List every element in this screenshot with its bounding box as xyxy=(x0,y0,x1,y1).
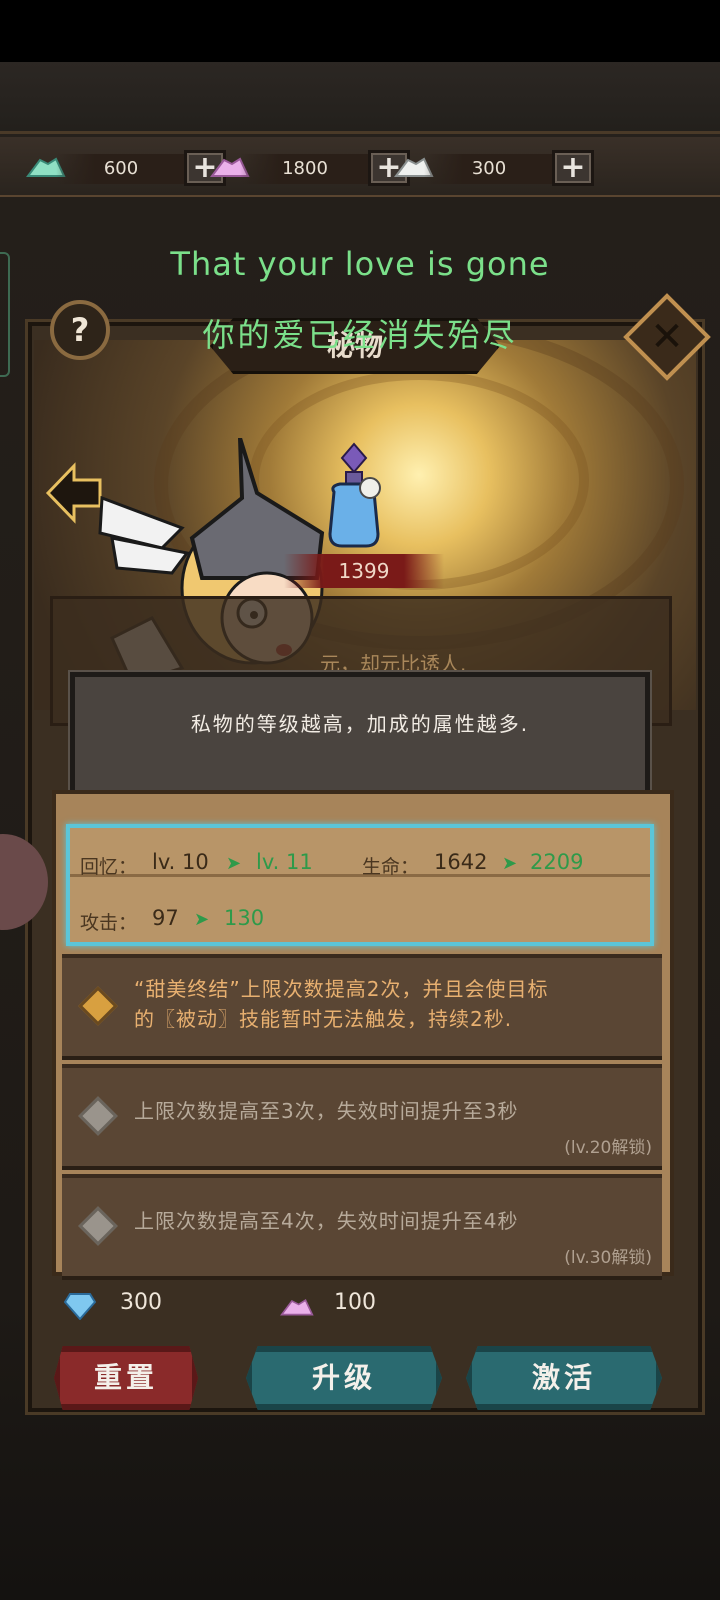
currency-teal: 600 + xyxy=(26,150,231,186)
skill-description-line2: 的〖被动〗技能暂时无法触发，持续2秒. xyxy=(134,1007,513,1031)
locked-diamond-icon xyxy=(78,1206,118,1246)
memory-from: lv. 10 xyxy=(152,850,209,874)
top-header-band xyxy=(0,62,720,134)
reset-button[interactable]: 重置 xyxy=(54,1346,198,1410)
hp-from: 1642 xyxy=(434,850,488,874)
currency-pink-value: 1800 xyxy=(240,154,370,184)
status-bar xyxy=(0,0,720,62)
upgrade-cost: 100 xyxy=(334,1290,376,1315)
currency-pink: 1800 + xyxy=(210,150,415,186)
arrow-icon: ➤ xyxy=(502,853,518,874)
subtitle-english: That your love is gone xyxy=(170,245,550,283)
hp-label: 生命： xyxy=(362,856,420,878)
skill-row-locked: 上限次数提高至4次，失效时间提升至4秒 (lv.30解锁) xyxy=(62,1174,662,1280)
currency-white: 300 + xyxy=(394,150,599,186)
perfume-bottle-icon xyxy=(328,442,381,548)
game-screen: 600 + 1800 + 300 + 秘物 ? ✕ 1399 元，却元比诱人. … xyxy=(0,0,720,1600)
attack-to: 130 xyxy=(224,906,265,930)
hp-to: 2209 xyxy=(530,850,584,874)
activate-button[interactable]: 激活 xyxy=(466,1346,662,1410)
attack-label: 攻击： xyxy=(80,912,138,934)
tip-text: 私物的等级越高，加成的属性越多. xyxy=(190,712,530,736)
unlock-level: (lv.30解锁) xyxy=(564,1248,652,1268)
currency-white-value: 300 xyxy=(424,154,554,184)
skill-description-line1: “甜美终结”上限次数提高2次，并且会使目标 xyxy=(134,977,549,1001)
upgrade-button[interactable]: 升级 xyxy=(246,1346,442,1410)
memory-to: lv. 11 xyxy=(256,850,313,874)
add-white-button[interactable]: + xyxy=(552,150,594,186)
item-price: 1399 xyxy=(338,559,390,583)
locked-diamond-icon xyxy=(78,1096,118,1136)
diamond-icon xyxy=(64,1293,96,1320)
skill-diamond-icon xyxy=(78,986,118,1026)
arrow-icon: ➤ xyxy=(194,909,210,930)
stats-divider xyxy=(70,874,650,877)
memory-label: 回忆： xyxy=(80,856,138,878)
currency-teal-value: 600 xyxy=(56,154,186,184)
attack-from: 97 xyxy=(152,906,179,930)
skill-row-locked: 上限次数提高至3次，失效时间提升至3秒 (lv.20解锁) xyxy=(62,1064,662,1170)
arrow-icon: ➤ xyxy=(226,853,242,874)
unlock-level: (lv.20解锁) xyxy=(564,1138,652,1158)
reset-cost: 300 xyxy=(120,1290,162,1315)
skill-row-active: “甜美终结”上限次数提高2次，并且会使目标 的〖被动〗技能暂时无法触发，持续2秒… xyxy=(62,954,662,1060)
pink-crystal-icon xyxy=(280,1298,314,1316)
subtitle-chinese: 你的爱已经消失殆尽 xyxy=(202,316,518,354)
skill-description: 上限次数提高至4次，失效时间提升至4秒 xyxy=(134,1209,519,1233)
skill-description: 上限次数提高至3次，失效时间提升至3秒 xyxy=(134,1099,519,1123)
